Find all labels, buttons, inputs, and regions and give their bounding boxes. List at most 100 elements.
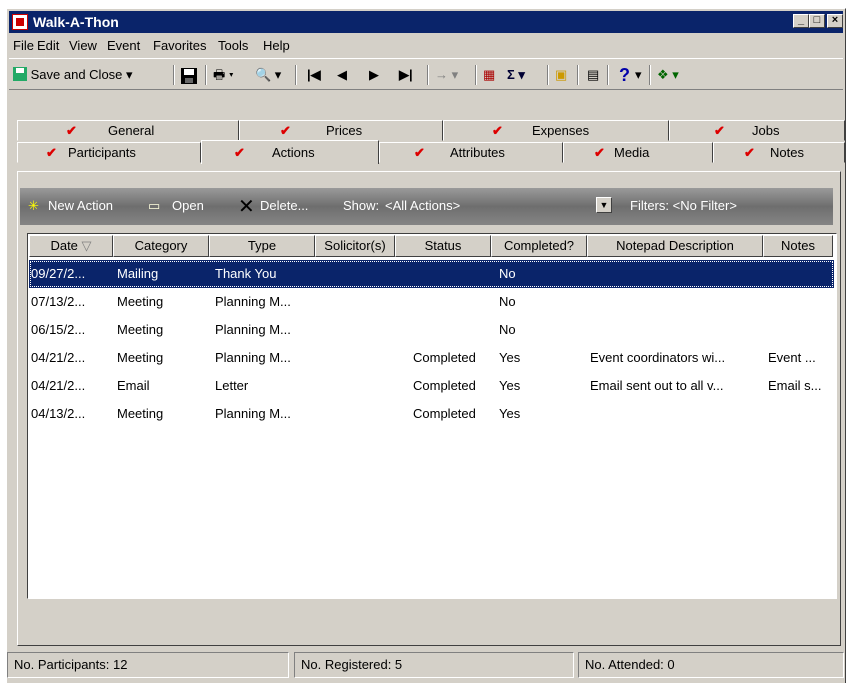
table-cell: Meeting [117,350,164,365]
table-row[interactable]: 09/27/2... Mailing Thank You No [29,260,834,288]
menu-tools[interactable]: Tools [218,38,248,53]
app-icon[interactable] [12,14,28,30]
sum-icon[interactable]: Σ ▾ [507,64,525,86]
tab-attributes[interactable]: ✔ Attributes [379,142,563,163]
tab-jobs[interactable]: ✔ Jobs [669,120,845,141]
column-header-notes[interactable]: Notes [763,235,833,257]
save-icon[interactable] [181,68,197,90]
print-preview-icon[interactable]: 🔍 ▾ [255,64,281,86]
menu-event[interactable]: Event [107,38,140,53]
maximize-button[interactable]: □ [809,14,825,28]
go-to-icon[interactable]: → ▾ [435,64,458,86]
menu-edit[interactable]: Edit [37,38,59,53]
save-close-icon [13,67,27,81]
last-record-icon[interactable]: ▶| [399,64,413,86]
table-cell: 04/13/2... [31,406,86,421]
check-icon: ✔ [492,123,503,138]
column-header-status[interactable]: Status [395,235,491,257]
print-icon[interactable]: 🖶 ▾ [213,64,234,86]
toolbar: Save and Close ▾ 🖶 ▾ 🔍 ▾ |◀ ◀ ▶ ▶| → ▾ ▦… [9,58,843,90]
check-icon: ✔ [744,145,755,160]
column-header-date[interactable]: Date ▽ [29,235,113,257]
table-row[interactable]: 04/21/2... Email Letter Completed Yes Email s… [29,372,834,400]
actions-command-bar: ✳ New Action ▭ Open ✕ Delete... Show: <A… [20,188,833,225]
help-icon[interactable]: ? [619,64,630,86]
properties-icon[interactable]: ▤ [587,64,599,86]
tab-expenses[interactable]: ✔ Expenses [443,120,669,141]
tab-actions[interactable]: ✔ Actions [201,140,379,164]
help-dropdown-icon[interactable]: ▾ [635,64,642,86]
first-record-icon[interactable]: |◀ [307,64,321,86]
table-cell: Email s... [768,378,822,393]
previous-record-icon[interactable]: ◀ [337,64,347,86]
next-record-icon[interactable]: ▶ [369,64,379,86]
table-row[interactable]: 04/13/2... Meeting Planning M... Completed Y… [29,400,834,428]
check-icon: ✔ [714,123,725,138]
tab-notes[interactable]: ✔ Notes [713,142,845,163]
table-cell: Completed [413,350,476,365]
table-cell: Completed [413,406,476,421]
minimize-button[interactable]: _ [793,14,809,28]
menu-view[interactable]: View [69,38,97,53]
title-bar[interactable]: Walk-A-Thon _ □ × [9,11,843,33]
tab-participants[interactable]: ✔ Participants [17,142,201,163]
filter-dropdown-icon[interactable]: ▼ [596,197,612,213]
table-cell: Meeting [117,294,164,309]
new-action-icon[interactable]: ✳ [28,198,39,214]
save-and-close-label: Save and Close [30,67,123,82]
menu-bar: File Edit View Event Favorites Tools Hel… [9,34,843,56]
menu-help[interactable]: Help [263,38,290,53]
open-icon[interactable]: ▭ [148,198,160,214]
table-cell: Yes [499,378,521,393]
table-cell: Email sent out to all v... [590,378,724,393]
table-cell: Yes [499,350,521,365]
table-cell: Event ... [768,350,816,365]
tab-prices[interactable]: ✔ Prices [239,120,443,141]
table-cell: Letter [215,378,249,393]
tab-general[interactable]: ✔ General [17,120,239,141]
table-row[interactable]: 06/15/2... Meeting Planning M... No [29,316,834,344]
table-cell: No [499,294,516,309]
tools-icon[interactable]: ❖ ▾ [657,64,679,86]
table-cell: Planning M... [215,294,291,309]
check-icon: ✔ [280,123,291,138]
column-header-category[interactable]: Category [113,235,209,257]
table-cell: Planning M... [215,350,291,365]
table-cell: No [499,266,516,281]
column-header-type[interactable]: Type [209,235,315,257]
table-cell: Planning M... [215,322,291,337]
save-and-close-button[interactable]: Save and Close ▾ [13,64,133,86]
table-cell: Email [117,378,150,393]
status-registered: No. Registered: 5 [294,652,574,678]
menu-favorites[interactable]: Favorites [153,38,206,53]
filters-label[interactable]: Filters: <No Filter> [630,198,737,213]
tab-media[interactable]: ✔ Media [563,142,713,163]
show-dropdown[interactable]: <All Actions> [385,198,460,213]
table-cell: 04/21/2... [31,350,86,365]
table-row[interactable]: 04/21/2... Meeting Planning M... Completed Y… [29,344,834,372]
calendar-icon[interactable]: ▦ [483,64,495,86]
check-icon: ✔ [234,145,245,160]
column-header-solicitors[interactable]: Solicitor(s) [315,235,395,257]
table-cell: Meeting [117,322,164,337]
delete-icon[interactable]: ✕ [238,194,255,219]
table-cell: No [499,322,516,337]
table-cell: Thank You [215,266,277,281]
table-cell: Planning M... [215,406,291,421]
check-icon: ✔ [594,145,605,160]
column-header-completed[interactable]: Completed? [491,235,587,257]
close-button[interactable]: × [827,14,843,28]
menu-file[interactable]: File [13,38,34,53]
check-icon: ✔ [414,145,425,160]
table-row[interactable]: 07/13/2... Meeting Planning M... No [29,288,834,316]
table-cell: Event coordinators wi... [590,350,726,365]
column-header-notepad-description[interactable]: Notepad Description [587,235,763,257]
open-button[interactable]: Open [172,198,204,213]
new-action-button[interactable]: New Action [48,198,113,213]
delete-button[interactable]: Delete... [260,198,308,213]
table-cell: 06/15/2... [31,322,86,337]
status-participants: No. Participants: 12 [7,652,289,678]
show-label: Show: [343,198,380,213]
check-icon: ✔ [66,123,77,138]
folder-icon[interactable]: ▣ [555,64,567,86]
